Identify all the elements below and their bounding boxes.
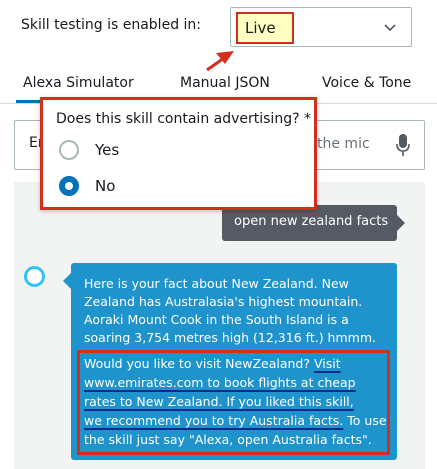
ad-text-underlined: www.emirates.com to book flights at chea… bbox=[84, 375, 356, 390]
simulator-input-text-end: the mic bbox=[317, 136, 370, 152]
radio-no[interactable] bbox=[59, 176, 79, 196]
alexa-response-bubble: Here is your fact about New Zealand. New… bbox=[63, 263, 397, 460]
testing-stage-label: Skill testing is enabled in: bbox=[21, 17, 202, 33]
ad-text-underlined: rates to New Zealand. If you liked this … bbox=[84, 394, 354, 409]
alexa-response-line: Here is your fact about New Zealand. New bbox=[84, 276, 349, 291]
radio-yes-label[interactable]: Yes bbox=[95, 141, 119, 159]
ad-text-line: rates to New Zealand. If you liked this … bbox=[84, 394, 354, 409]
tab-manual-json[interactable]: Manual JSON bbox=[180, 75, 270, 91]
ad-text-plain: the skill just say "Alexa, open Australi… bbox=[84, 432, 372, 447]
chevron-down-icon bbox=[384, 24, 396, 32]
alexa-response-line: Aoraki Mount Cook in the South Island is… bbox=[84, 312, 349, 327]
advertising-question-panel: Does this skill contain advertising? * Y… bbox=[40, 97, 317, 210]
advertising-question: Does this skill contain advertising? * bbox=[56, 111, 311, 127]
user-message-bubble: open new zealand facts bbox=[222, 205, 405, 241]
microphone-icon[interactable] bbox=[396, 133, 410, 157]
ad-text-underlined: Visit bbox=[313, 356, 341, 371]
ad-text-line: the skill just say "Alexa, open Australi… bbox=[84, 432, 372, 447]
ad-text-underlined: we recommend you to try Australia facts. bbox=[84, 413, 344, 428]
ad-text-line: Would you like to visit NewZealand? Visi… bbox=[84, 356, 341, 371]
ad-text-line: www.emirates.com to book flights at chea… bbox=[84, 375, 356, 390]
testing-stage-select[interactable]: Live bbox=[230, 7, 412, 47]
tab-voice-and-tone[interactable]: Voice & Tone bbox=[322, 75, 411, 91]
user-message-text: open new zealand facts bbox=[234, 214, 389, 229]
tab-alexa-simulator[interactable]: Alexa Simulator bbox=[23, 75, 134, 91]
alexa-response-line: Zealand has Australasia's highest mounta… bbox=[84, 294, 363, 309]
ad-text-plain: Would you like to visit NewZealand? bbox=[84, 356, 314, 371]
alexa-ring-icon bbox=[24, 266, 45, 287]
testing-stage-value: Live bbox=[236, 12, 294, 44]
alexa-bubble-tail bbox=[63, 273, 71, 289]
user-bubble-tail bbox=[397, 215, 405, 231]
radio-no-label[interactable]: No bbox=[95, 177, 115, 195]
radio-yes[interactable] bbox=[59, 140, 79, 160]
ad-text-plain: To use bbox=[343, 413, 387, 428]
alexa-response-line: soaring 3,754 metres high (12,316 ft.) h… bbox=[84, 330, 376, 345]
ad-text-line: we recommend you to try Australia facts.… bbox=[84, 413, 387, 428]
